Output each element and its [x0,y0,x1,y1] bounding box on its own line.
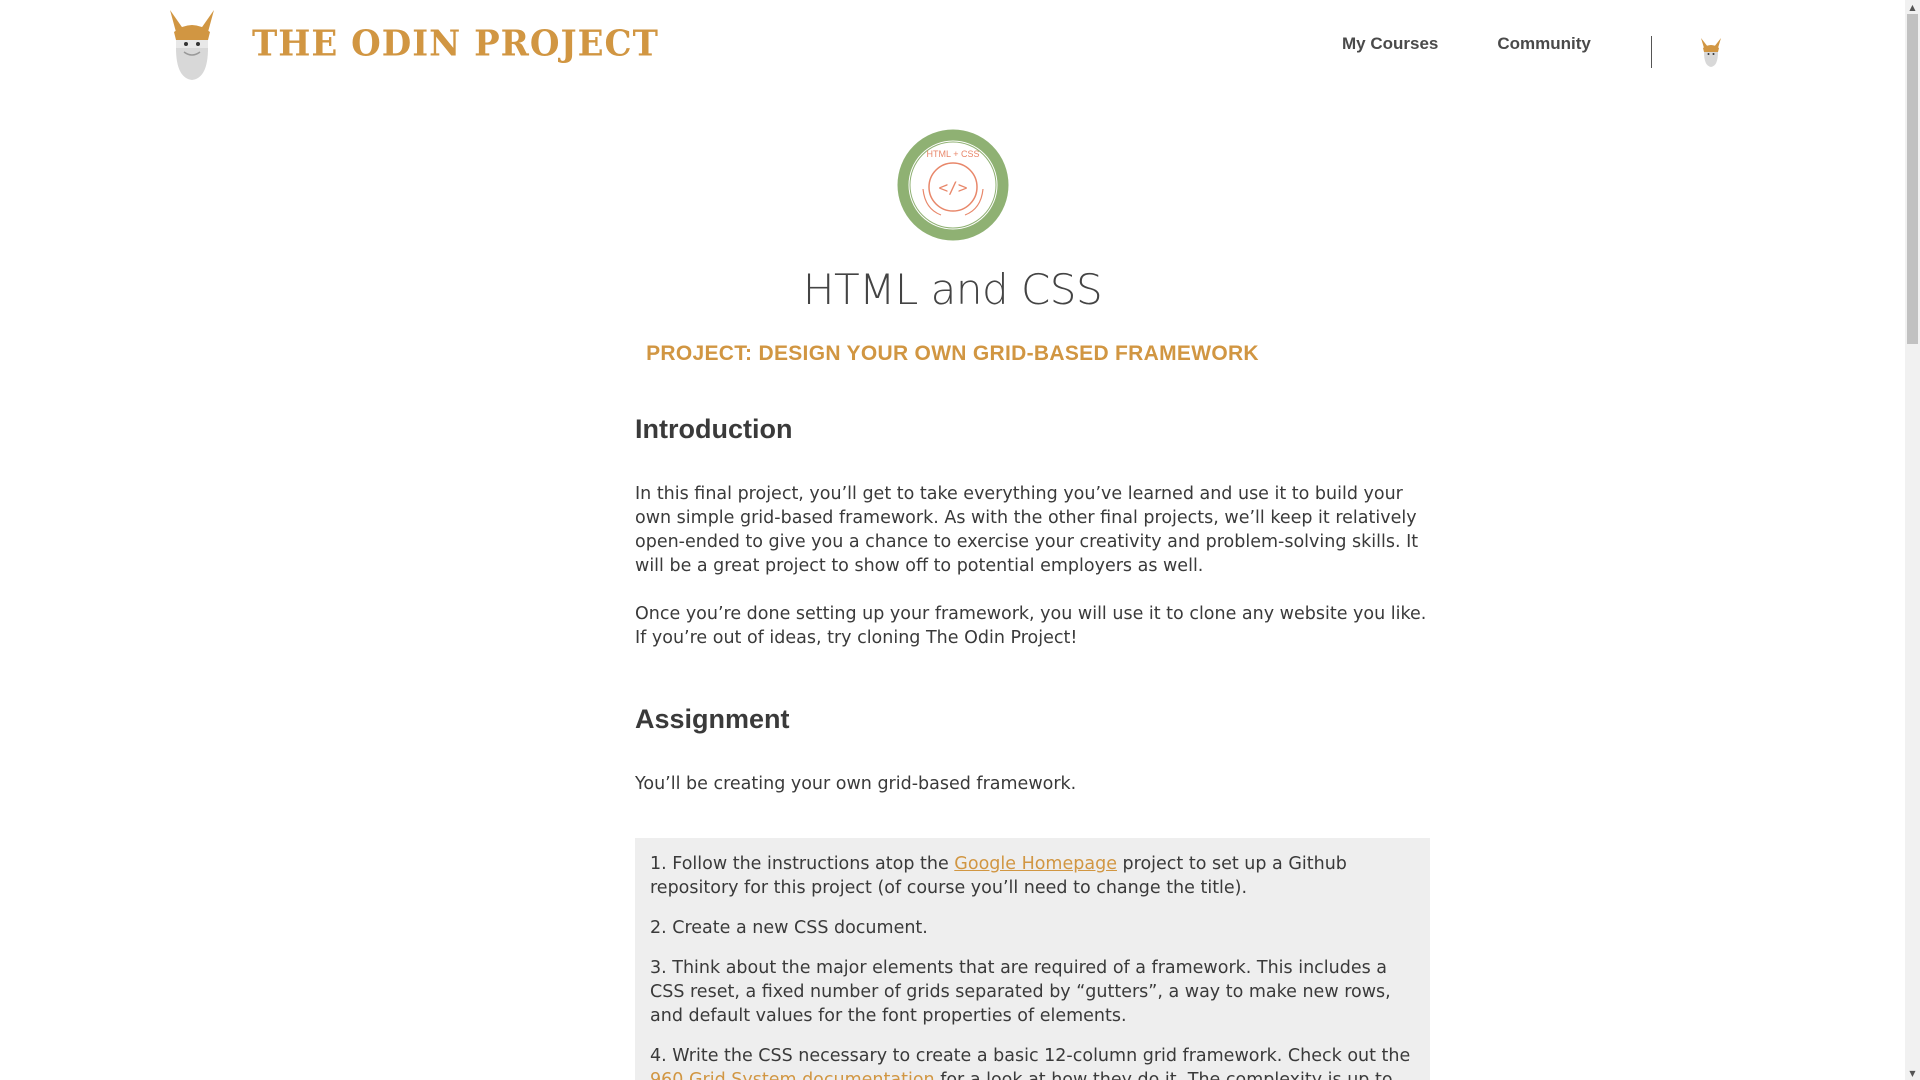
logo-text: THE ODIN PROJECT [252,23,659,65]
main-nav: My Courses Community [1342,34,1591,54]
step-item: 2. Create a new CSS document. [650,916,1415,940]
course-title: HTML and CSS [802,265,1103,314]
assignment-heading: Assignment [635,704,790,734]
scroll-down-icon[interactable]: ▼ [1905,1066,1920,1080]
badge-code: </> [939,178,968,197]
intro-paragraph: In this final project, you’ll get to tak… [635,484,1419,576]
step-item: 4. Write the CSS necessary to create a b… [650,1044,1415,1080]
project-title: PROJECT: DESIGN YOUR OWN GRID-BASED FRAM… [646,342,1259,365]
nav-divider [1651,36,1652,68]
grid-system-docs-link[interactable]: 960 Grid System documentation [650,1070,935,1080]
scroll-up-icon[interactable]: ▲ [1905,0,1920,14]
intro-paragraph: Once you’re done setting up your framewo… [635,604,1427,648]
user-avatar-icon[interactable] [1699,36,1723,68]
assignment-intro: You’ll be creating your own grid-based f… [635,774,1077,794]
step-item: 1. Follow the instructions atop the Goog… [650,852,1415,900]
step-item: 3. Think about the major elements that a… [650,956,1415,1028]
lesson-content: Introduction In this final project, you’… [635,414,1430,1080]
step-text: 4. Write the CSS necessary to create a b… [650,1046,1411,1066]
nav-my-courses[interactable]: My Courses [1342,34,1438,54]
html-css-badge-icon: HTML + CSS </> [897,129,1009,241]
scroll-thumb[interactable] [1907,14,1918,344]
badge-label: HTML + CSS [927,149,980,159]
nav-community[interactable]: Community [1497,34,1591,54]
introduction-heading: Introduction [635,414,793,444]
odin-logo-icon [170,10,214,80]
page-scrollbar[interactable]: ▲ ▼ [1905,0,1920,1080]
step-text: 3. Think about the major elements that a… [650,958,1391,1026]
google-homepage-link[interactable]: Google Homepage [954,854,1117,874]
site-header: THE ODIN PROJECT My Courses Community [0,0,1905,96]
assignment-steps: 1. Follow the instructions atop the Goog… [635,838,1430,1080]
step-text: 1. Follow the instructions atop the [650,854,955,874]
home-logo-link[interactable]: THE ODIN PROJECT [162,8,659,80]
step-text: 2. Create a new CSS document. [650,918,928,938]
